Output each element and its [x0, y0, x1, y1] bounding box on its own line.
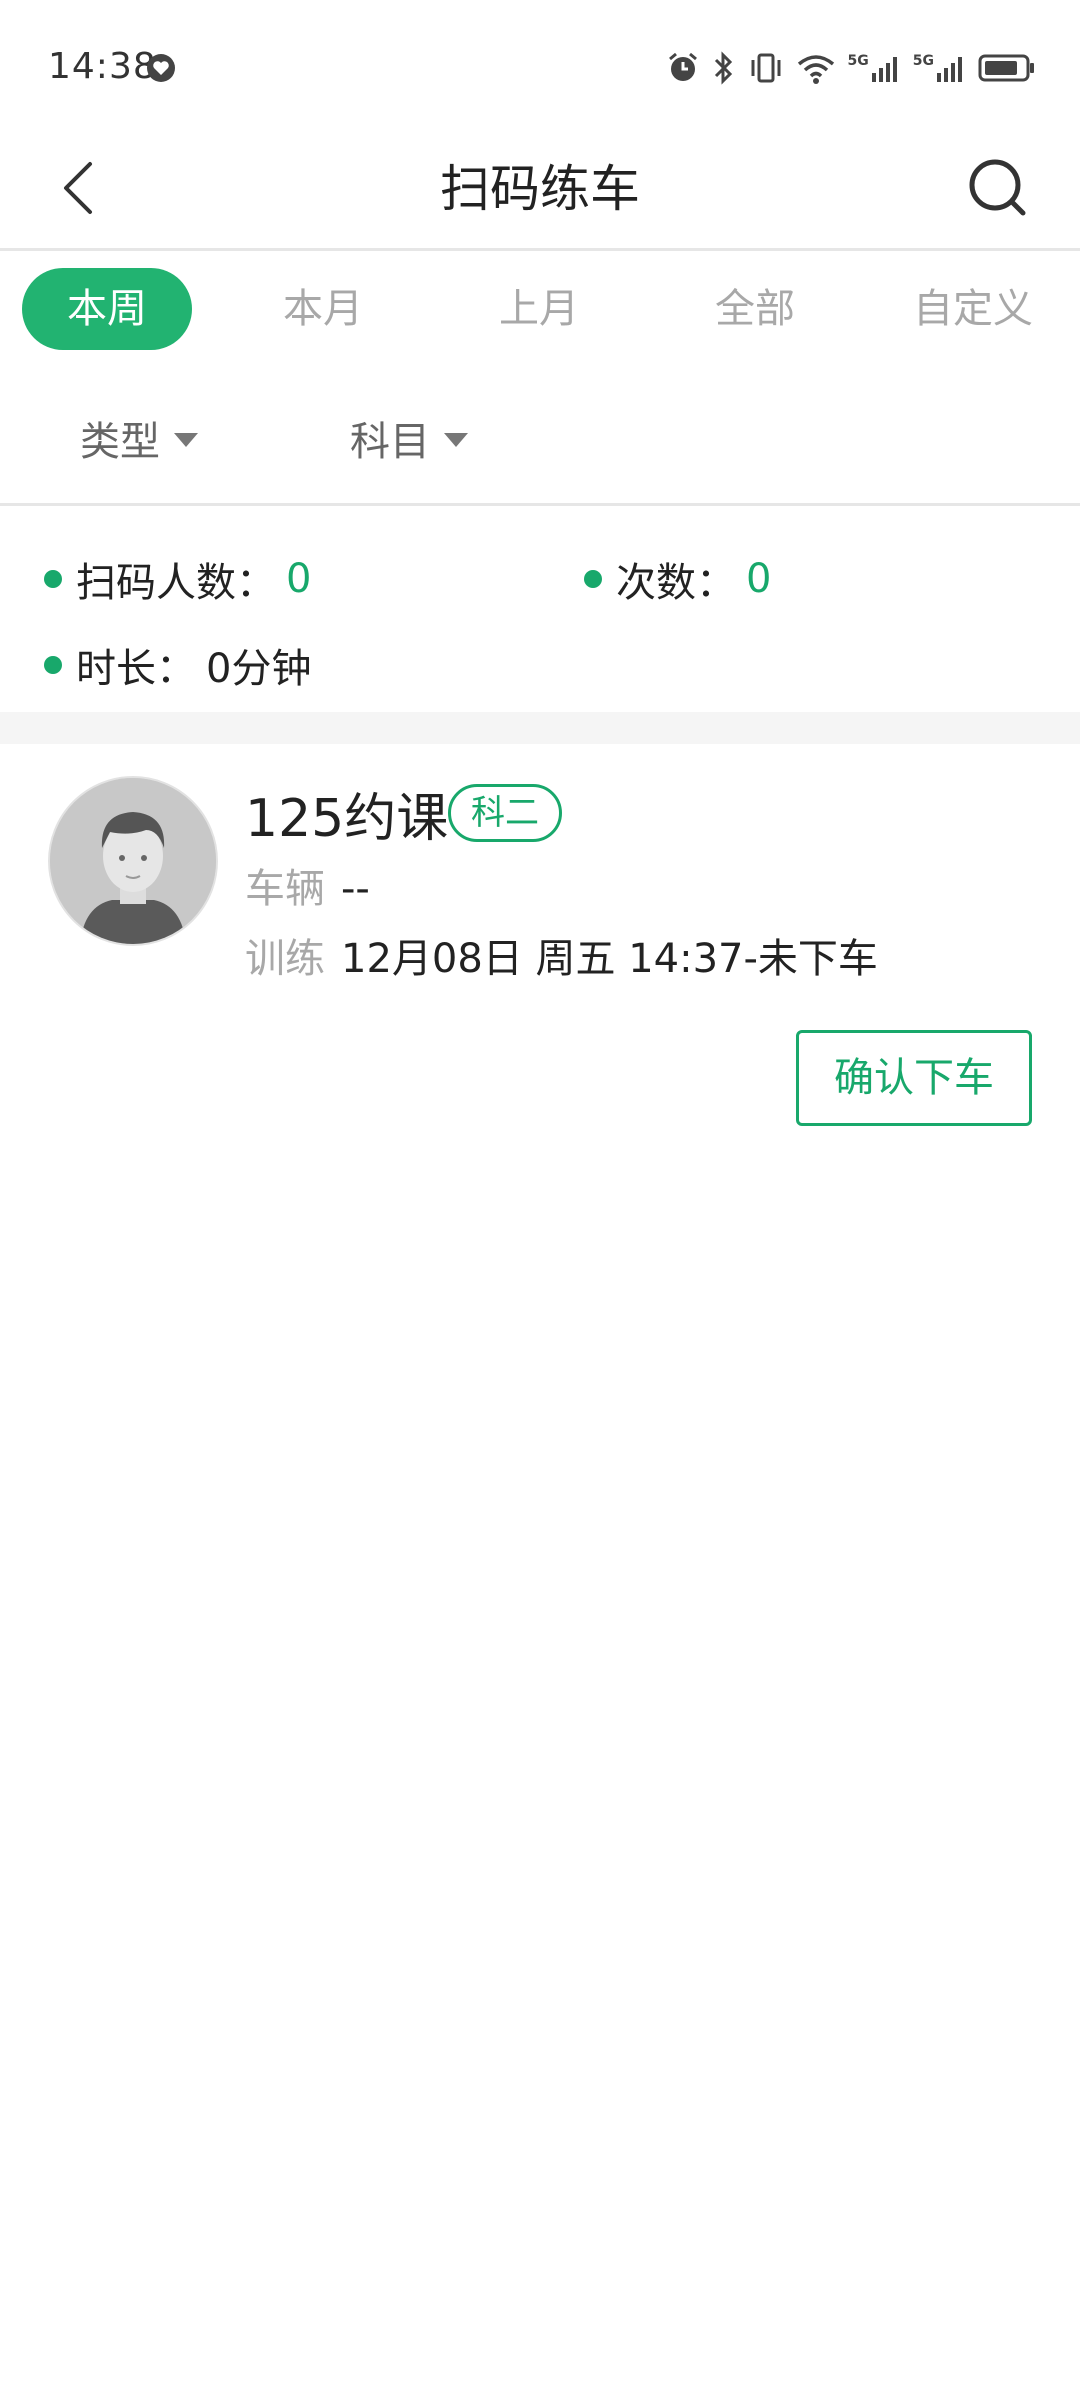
- caret-down-icon: [444, 433, 468, 447]
- signal-5g-label: 5G: [847, 53, 869, 69]
- wifi-icon: [797, 55, 834, 84]
- user-avatar-icon: [50, 778, 216, 944]
- signal-5g-label: 5G: [912, 53, 934, 69]
- student-name: 125约课: [245, 789, 449, 849]
- title-bar: 扫码练车: [0, 130, 1080, 251]
- training-label: 训练: [245, 936, 325, 982]
- status-bar: 14:38 5G 5G: [0, 0, 1080, 130]
- alarm-icon: [668, 52, 697, 81]
- stat-value: 0: [746, 556, 772, 602]
- vehicle-value: --: [341, 866, 370, 912]
- subject-badge: 科二: [448, 784, 562, 842]
- signal-5g-icon: 5G: [848, 53, 901, 83]
- page-title: 扫码练车: [440, 160, 640, 218]
- status-icons: 5G 5G: [666, 48, 1036, 88]
- subject-filter-label: 科目: [350, 419, 430, 465]
- vehicle-label: 车辆: [245, 866, 325, 912]
- tab-custom[interactable]: 自定义: [880, 268, 1066, 350]
- stats-panel: 扫码人数： 0 次数： 0 时长： 0分钟: [0, 506, 1080, 712]
- filter-bar: 类型 科目: [0, 370, 1080, 506]
- vibrate-icon: [751, 53, 781, 83]
- tab-this-week[interactable]: 本周: [22, 268, 192, 350]
- battery-icon: [978, 54, 1034, 82]
- type-filter-dropdown[interactable]: 类型: [80, 410, 198, 466]
- subject-filter-dropdown[interactable]: 科目: [350, 410, 468, 466]
- stat-label: 扫码人数：: [76, 560, 276, 606]
- caret-down-icon: [174, 433, 198, 447]
- signal-5g-icon: 5G: [913, 53, 966, 83]
- tab-all[interactable]: 全部: [670, 268, 840, 350]
- stat-label: 次数：: [616, 560, 736, 606]
- bluetooth-icon: [714, 51, 732, 85]
- stat-count: 次数： 0: [584, 550, 771, 608]
- stat-duration: 时长： 0分钟: [44, 636, 311, 694]
- search-button[interactable]: [958, 148, 1038, 228]
- bullet-dot-icon: [584, 570, 602, 588]
- list-item[interactable]: 125约课 科二 车辆 -- 训练 12月08日 周五 14:37-未下车 确认下车: [0, 744, 1080, 1144]
- status-time: 14:38: [48, 46, 157, 87]
- stat-label: 时长：: [76, 646, 196, 692]
- tab-last-month[interactable]: 上月: [454, 268, 624, 350]
- training-row: 训练 12月08日 周五 14:37-未下车: [245, 926, 878, 984]
- search-icon: [969, 159, 1026, 216]
- confirm-exit-button[interactable]: 确认下车: [796, 1030, 1032, 1126]
- stat-value: 0: [286, 556, 312, 602]
- section-divider: [0, 712, 1080, 744]
- tab-this-month[interactable]: 本月: [238, 268, 408, 350]
- stat-value: 0分钟: [206, 646, 312, 692]
- training-value: 12月08日 周五 14:37-未下车: [341, 936, 878, 982]
- type-filter-label: 类型: [80, 419, 160, 465]
- period-tabs: 本周 本月 上月 全部 自定义: [0, 250, 1080, 370]
- bullet-dot-icon: [44, 570, 62, 588]
- vehicle-row: 车辆 --: [245, 856, 370, 914]
- stat-scan-people: 扫码人数： 0: [44, 550, 311, 608]
- avatar: [48, 776, 218, 946]
- bullet-dot-icon: [44, 656, 62, 674]
- heart-icon: [147, 54, 175, 82]
